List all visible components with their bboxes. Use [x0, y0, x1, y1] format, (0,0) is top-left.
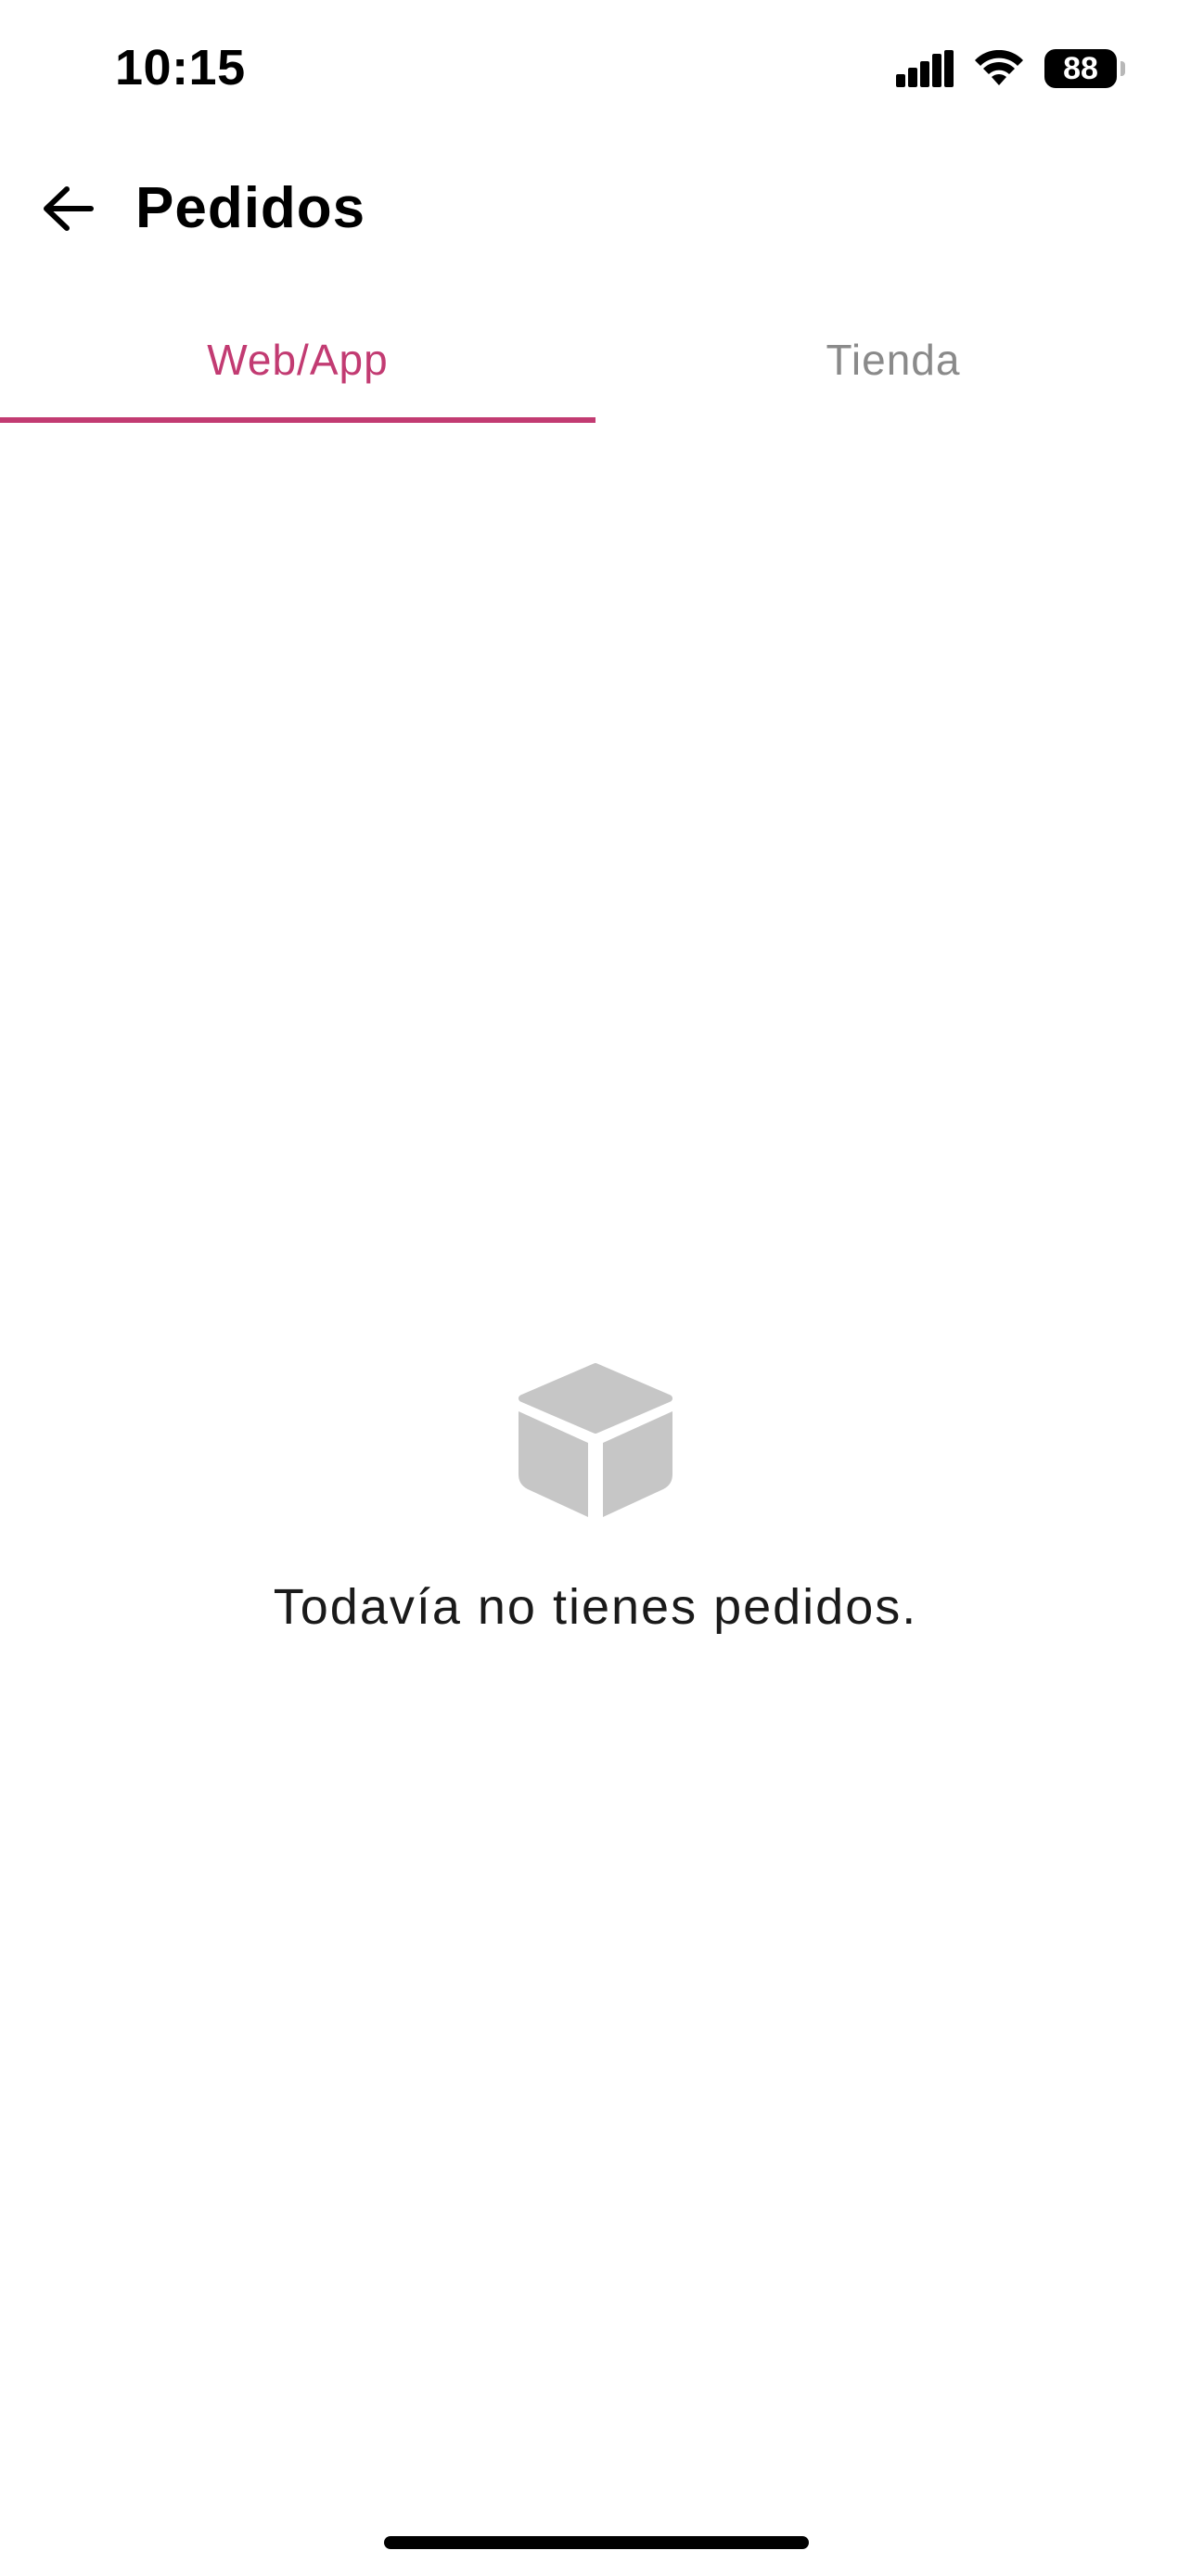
battery-cap — [1121, 61, 1125, 76]
page-title: Pedidos — [135, 176, 366, 240]
battery-icon: 88 — [1044, 49, 1125, 88]
active-tab-indicator — [0, 417, 596, 423]
box-icon — [519, 1363, 672, 1517]
arrow-left-icon — [44, 186, 94, 231]
tab-bar: Web/App Tienda — [0, 297, 1191, 423]
tab-web-app[interactable]: Web/App — [0, 297, 596, 423]
orders-screen: 10:15 88 Pedidos Web/App Tienda Todavía … — [0, 0, 1191, 2576]
back-button[interactable] — [28, 169, 108, 249]
tab-web-app-label: Web/App — [207, 336, 389, 384]
tab-tienda-label: Tienda — [826, 336, 961, 384]
status-icons: 88 — [896, 46, 1125, 91]
app-header: Pedidos — [0, 148, 1191, 269]
signal-icon — [896, 50, 954, 87]
empty-message: Todavía no tienes pedidos. — [273, 1579, 918, 1635]
tab-tienda[interactable]: Tienda — [596, 297, 1191, 423]
status-bar: 10:15 88 — [0, 0, 1191, 130]
wifi-icon — [975, 50, 1023, 85]
empty-state: Todavía no tienes pedidos. — [0, 1363, 1191, 1638]
status-time: 10:15 — [115, 40, 246, 96]
battery-level: 88 — [1063, 51, 1098, 86]
home-indicator[interactable] — [384, 2536, 809, 2549]
